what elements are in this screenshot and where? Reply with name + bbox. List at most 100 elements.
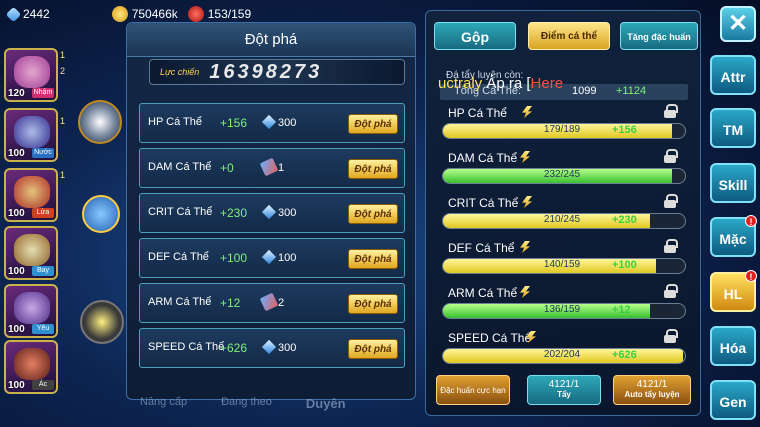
overlay-prefix: uctraly [438, 75, 483, 92]
stamina-value: 153/159 [207, 7, 252, 21]
tab-merge[interactable]: Gộp [434, 22, 516, 50]
menu-tm[interactable]: TM [710, 108, 756, 148]
hero-portrait [14, 176, 50, 208]
module-icon[interactable] [80, 300, 124, 344]
lightning-icon [520, 286, 530, 298]
tab-upgrade[interactable]: Nâng cấp [140, 396, 187, 422]
hero-slot[interactable]: 120 Nhậm [4, 48, 58, 102]
lock-button-icon[interactable] [82, 195, 120, 233]
menu-attr[interactable]: Attr [710, 55, 756, 95]
lightning-icon [520, 241, 530, 253]
button-label: Auto tẩy luyện [624, 390, 680, 399]
hero-slot[interactable]: 100 Yêu [4, 284, 58, 338]
breakthrough-button[interactable]: Đột phá [348, 294, 398, 314]
total-value: 1099 [572, 85, 597, 97]
stat-increase: +230 [612, 214, 637, 226]
menu-hl[interactable]: HL ! [710, 270, 757, 312]
menu-skill[interactable]: Skill [710, 163, 756, 203]
lock-icon[interactable] [664, 329, 678, 343]
extreme-training-button[interactable]: Đặc huấn cực hạn [436, 375, 510, 405]
stat-row: DAM Cá Thể +0 1 Đột phá [139, 148, 405, 188]
lock-icon[interactable] [664, 149, 678, 163]
gem-icon [261, 339, 277, 355]
breakthrough-button[interactable]: Đột phá [348, 159, 398, 179]
stat-progress-row: HP Cá Thể 179/189 +156 [440, 104, 688, 146]
hero-side-number: 1 [60, 116, 66, 126]
hero-type-badge: Nhậm [32, 88, 54, 98]
tab-affinity[interactable]: Duyên [306, 396, 346, 422]
menu-label: HL [723, 286, 743, 302]
orb-icon[interactable] [78, 100, 122, 144]
hero-type-badge: Lửa [32, 208, 54, 218]
hero-portrait [14, 56, 50, 88]
stat-cost: 300 [278, 207, 297, 219]
bottom-tabs: Nâng cấp Đang theo Duyên [140, 396, 410, 422]
menu-mac[interactable]: Mặc ! [710, 215, 757, 257]
stat-cost: 100 [278, 252, 297, 264]
panel-title: Đột phá [127, 23, 415, 57]
overlay-mid: Áp ra [ [482, 75, 531, 92]
tab-individual-points[interactable]: Điểm cá thể [528, 22, 610, 50]
gold-counter: 750466k [111, 6, 178, 22]
lock-icon[interactable] [664, 194, 678, 208]
hero-slot[interactable]: 100 Lửa [4, 168, 58, 222]
stat-add: +230 [220, 206, 248, 220]
hero-side-numbers: 1 2 1 1 [60, 50, 65, 180]
stat-progress-text: 136/159 [543, 304, 581, 315]
stat-progress-row: ARM Cá Thể 136/159 +12 [440, 284, 688, 326]
stat-progress-text: 179/189 [543, 124, 581, 135]
gem-icon [261, 249, 277, 265]
stat-row: DEF Cá Thể +100 100 Đột phá [139, 238, 405, 278]
lock-icon[interactable] [664, 104, 678, 118]
tab-following[interactable]: Đang theo [221, 396, 272, 422]
hero-level: 100 [8, 324, 25, 335]
tab-special-training[interactable]: Tăng đặc huấn [620, 22, 698, 50]
auto-wash-button[interactable]: 4121/1 Auto tẩy luyện [613, 375, 691, 405]
stat-add: +12 [220, 296, 241, 310]
hero-slot[interactable]: 100 Ác [4, 340, 58, 394]
wash-button[interactable]: 4121/1 Tẩy [527, 375, 601, 405]
stat-add: +100 [220, 251, 248, 265]
breakthrough-button[interactable]: Đột phá [348, 249, 398, 269]
hero-side-number: 1 [60, 50, 66, 60]
stat-row: CRIT Cá Thể +230 300 Đột phá [139, 193, 405, 233]
breakthrough-button[interactable]: Đột phá [348, 204, 398, 224]
hero-level: 100 [8, 148, 25, 159]
stat-progress-row: SPEED Cá Thể 202/204 +626 [440, 329, 688, 371]
scroll-icon [259, 157, 279, 177]
notification-badge: ! [745, 215, 757, 227]
hero-level: 120 [8, 88, 25, 99]
overlay-text: uctraly Áp ra [Here [438, 75, 563, 92]
menu-gen[interactable]: Gen [710, 380, 756, 420]
hero-slot[interactable]: 100 Bay [4, 226, 58, 280]
hero-side-number: 1 [60, 170, 66, 180]
gem-value: 2442 [23, 7, 50, 21]
stat-row: SPEED Cá Thể +626 300 Đột phá [139, 328, 405, 368]
stat-name: DAM Cá Thể [448, 151, 518, 165]
stat-row: ARM Cá Thể +12 2 Đột phá [139, 283, 405, 323]
lock-icon[interactable] [664, 284, 678, 298]
close-button[interactable]: ✕ [720, 6, 756, 42]
hero-portrait [14, 234, 50, 266]
stat-cost: 300 [278, 342, 297, 354]
breakthrough-panel: Đột phá Lực chiến 16398273 HP Cá Thể +15… [126, 22, 416, 400]
lightning-icon [520, 151, 530, 163]
stat-increase: +100 [612, 259, 637, 271]
hero-side-number: 2 [60, 66, 66, 76]
total-increase: +1124 [616, 85, 647, 97]
hero-portrait [14, 292, 50, 324]
hero-portrait [14, 116, 50, 148]
lightning-icon [522, 196, 532, 208]
stamina-counter: 153/159 [187, 6, 252, 22]
breakthrough-button[interactable]: Đột phá [348, 339, 398, 359]
power-value: 16398273 [209, 60, 323, 83]
menu-hoa[interactable]: Hóa [710, 326, 756, 366]
hero-slot[interactable]: 100 Nước [4, 108, 58, 162]
breakthrough-button[interactable]: Đột phá [348, 114, 398, 134]
hero-level: 100 [8, 208, 25, 219]
wash-count: 4121/1 [548, 379, 580, 390]
lock-icon[interactable] [664, 239, 678, 253]
hero-type-badge: Ác [32, 380, 54, 390]
stat-progress-row: CRIT Cá Thể 210/245 +230 [440, 194, 688, 236]
power-display: Lực chiến 16398273 [149, 59, 405, 85]
